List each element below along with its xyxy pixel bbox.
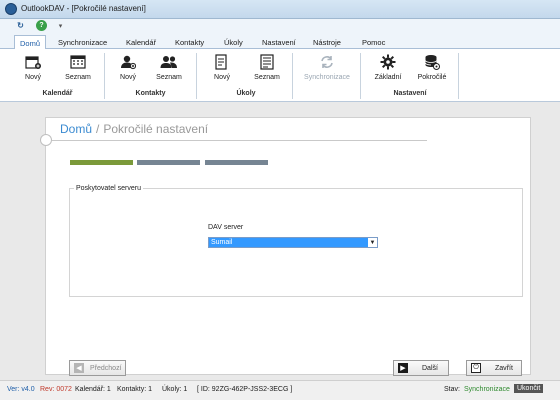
app-icon bbox=[5, 3, 17, 15]
contact-add-icon bbox=[118, 53, 138, 71]
tab-pomoc[interactable]: Pomoc bbox=[357, 35, 390, 49]
database-settings-icon bbox=[422, 53, 442, 71]
settings-advanced-label: Pokročilé bbox=[417, 74, 447, 81]
tab-nastaveni[interactable]: Nastavení bbox=[257, 35, 301, 49]
breadcrumb-marker-icon bbox=[40, 134, 52, 146]
contacts-icon bbox=[159, 53, 179, 71]
ribbon-separator bbox=[360, 53, 361, 99]
tab-kontakty[interactable]: Kontakty bbox=[170, 35, 209, 49]
tasks-list-label: Seznam bbox=[254, 74, 280, 81]
ribbon-separator bbox=[196, 53, 197, 99]
tasks-icon bbox=[257, 53, 277, 71]
wizard-step-2 bbox=[137, 160, 200, 165]
status-id: [ ID: 92ZG-462P-JSS2-3ECG ] bbox=[197, 386, 293, 393]
task-add-icon bbox=[212, 53, 232, 71]
tab-domu[interactable]: Domů bbox=[14, 35, 47, 50]
help-quick-icon[interactable]: ? bbox=[36, 20, 47, 31]
status-bar: Ver: v4.0 Rev: 0072 Kalendář: 1 Kontakty… bbox=[0, 380, 560, 400]
gear-icon bbox=[378, 53, 398, 71]
status-version: Ver: v4.0 bbox=[7, 386, 35, 393]
contacts-list-label: Seznam bbox=[156, 74, 182, 81]
next-button[interactable]: ▶ Další bbox=[393, 360, 449, 376]
arrow-right-icon: ▶ bbox=[398, 363, 408, 373]
status-tasks-count: Úkoly: 1 bbox=[162, 386, 188, 393]
tasks-group-label: Úkoly bbox=[236, 90, 256, 97]
wizard-step-1 bbox=[70, 160, 133, 165]
customize-qat-icon[interactable]: ▾ bbox=[55, 20, 66, 31]
chevron-down-icon[interactable]: ▼ bbox=[368, 238, 377, 247]
ribbon: Nový Seznam Kalendář Nový Seznam Kontakt… bbox=[0, 49, 560, 102]
synchronize-button[interactable]: Synchronizace bbox=[303, 53, 351, 89]
sync-icon bbox=[317, 53, 337, 71]
breadcrumb-divider bbox=[52, 140, 427, 141]
calendar-new-label: Nový bbox=[25, 74, 41, 81]
status-state-value: Synchronizace bbox=[464, 386, 510, 393]
synchronize-label: Synchronizace bbox=[304, 74, 350, 81]
arrow-left-icon: ◀ bbox=[74, 363, 84, 373]
dav-server-label: DAV server bbox=[208, 224, 244, 231]
calendar-list-button[interactable]: Seznam bbox=[64, 53, 92, 89]
breadcrumb-separator: / bbox=[96, 122, 100, 136]
dav-server-value: Sumail bbox=[211, 239, 233, 246]
server-provider-legend: Poskytovatel serveru bbox=[74, 185, 143, 192]
status-calendar-count: Kalendář: 1 bbox=[75, 386, 111, 393]
tab-nastroje[interactable]: Nástroje bbox=[308, 35, 346, 49]
breadcrumb: Domů / Pokročilé nastavení bbox=[60, 122, 208, 136]
tasks-new-button[interactable]: Nový bbox=[211, 53, 233, 89]
title-bar: OutlookDAV - [Pokročilé nastavení] bbox=[0, 0, 560, 19]
contacts-group-label: Kontakty bbox=[135, 90, 166, 97]
tasks-list-button[interactable]: Seznam bbox=[253, 53, 281, 89]
ribbon-separator bbox=[104, 53, 105, 99]
tab-kalendar[interactable]: Kalendář bbox=[121, 35, 161, 49]
calendar-group-label: Kalendář bbox=[42, 90, 73, 97]
status-contacts-count: Kontakty: 1 bbox=[117, 386, 153, 393]
contacts-list-button[interactable]: Seznam bbox=[155, 53, 183, 89]
settings-advanced-button[interactable]: Pokročilé bbox=[416, 53, 448, 89]
ribbon-tabs: Domů Synchronizace Kalendář Kontakty Úko… bbox=[0, 33, 560, 50]
dav-server-select[interactable]: Sumail ▼ bbox=[208, 237, 378, 248]
breadcrumb-current: Pokročilé nastavení bbox=[103, 122, 209, 136]
settings-group-label: Nastavení bbox=[393, 90, 427, 97]
calendar-icon bbox=[68, 53, 88, 71]
previous-button[interactable]: ◀ Předchozí bbox=[69, 360, 126, 376]
settings-basic-button[interactable]: Základní bbox=[372, 53, 404, 89]
exit-button[interactable]: Ukončit bbox=[514, 384, 544, 393]
tab-ukoly[interactable]: Úkoly bbox=[219, 35, 248, 49]
calendar-list-label: Seznam bbox=[65, 74, 91, 81]
status-revision: Rev: 0072 bbox=[40, 386, 72, 393]
close-button[interactable]: ⏻ Zavřít bbox=[466, 360, 522, 376]
contacts-new-button[interactable]: Nový bbox=[117, 53, 139, 89]
tasks-new-label: Nový bbox=[214, 74, 230, 81]
calendar-add-icon bbox=[23, 53, 43, 71]
ribbon-separator bbox=[292, 53, 293, 99]
status-state-label: Stav: bbox=[444, 386, 460, 393]
next-label: Další bbox=[422, 364, 438, 372]
calendar-new-button[interactable]: Nový bbox=[22, 53, 44, 89]
contacts-new-label: Nový bbox=[120, 74, 136, 81]
quick-access-toolbar: ↻ ? ▾ bbox=[0, 19, 560, 33]
close-label: Zavřít bbox=[495, 364, 513, 372]
tab-synchronizace[interactable]: Synchronizace bbox=[53, 35, 112, 49]
ribbon-separator bbox=[458, 53, 459, 99]
sync-quick-icon[interactable]: ↻ bbox=[15, 20, 26, 31]
previous-label: Předchozí bbox=[90, 364, 122, 372]
settings-basic-label: Základní bbox=[374, 74, 402, 81]
close-icon: ⏻ bbox=[471, 363, 481, 373]
breadcrumb-home-link[interactable]: Domů bbox=[60, 122, 92, 136]
wizard-step-3 bbox=[205, 160, 268, 165]
window-title: OutlookDAV - [Pokročilé nastavení] bbox=[21, 4, 146, 13]
